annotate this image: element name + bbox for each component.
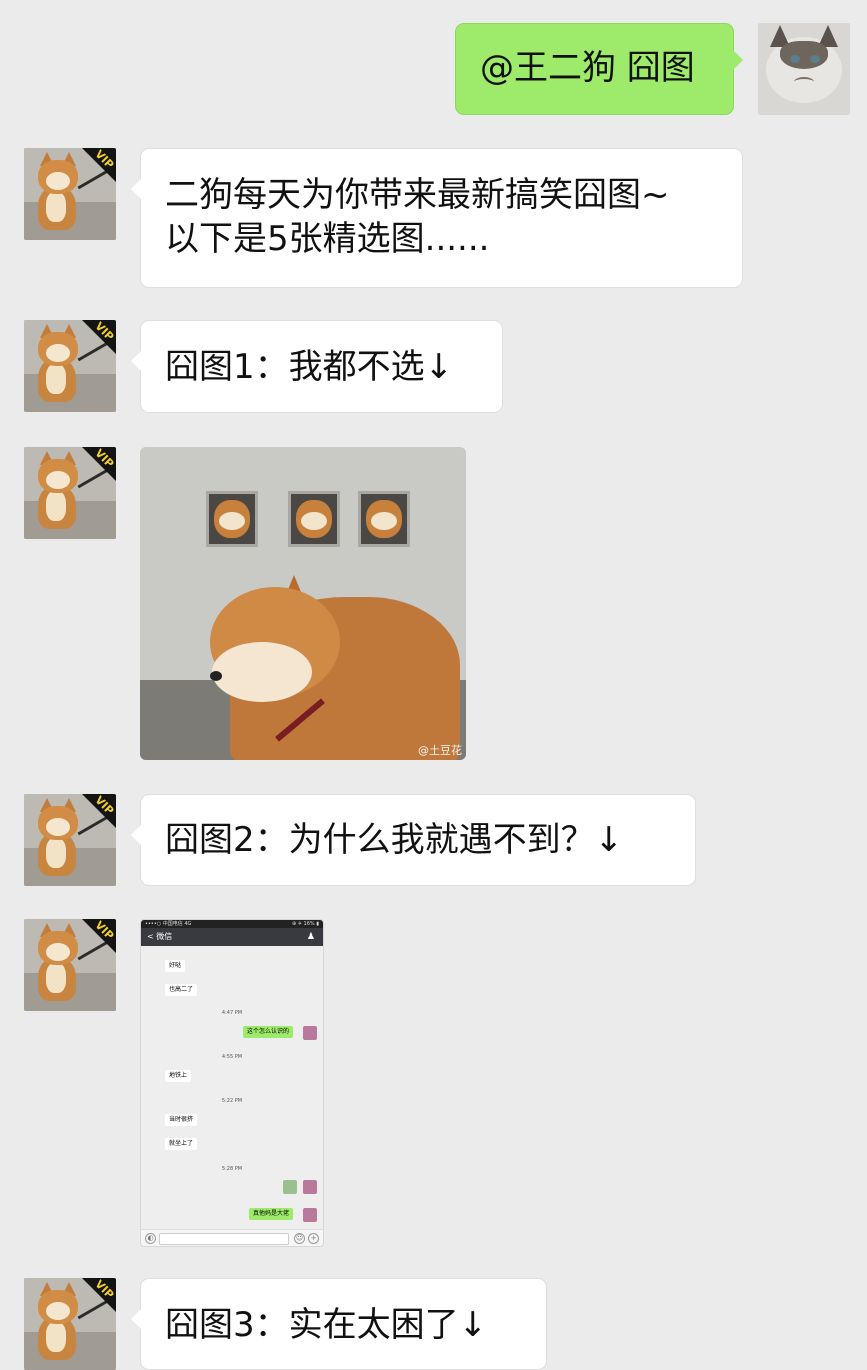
message-bubble-incoming[interactable]: 囧图3：实在太困了↓ [131, 1278, 547, 1370]
wall-hole [206, 491, 258, 547]
image-message-chat-screenshot[interactable]: ••••○ 中国电信 4G ⊕ ✈ 16% ▮ < 微信 ♟ 好哒 也高二了 4… [140, 919, 324, 1247]
dog-chest [46, 963, 66, 993]
screenshot-message-list: 好哒 也高二了 4:47 PM 这个怎么认识的 4:55 PM 地铁上 5:22… [141, 946, 323, 1232]
screenshot-message-in: 当时很挤 [165, 1114, 198, 1126]
dog-face [46, 943, 70, 961]
message-bubble-incoming[interactable]: 囧图2：为什么我就遇不到？↓ [131, 794, 696, 886]
message-bubble-outgoing[interactable]: @王二狗 囧图 [455, 23, 743, 115]
message-text-line: 二狗每天为你带来最新搞笑囧图~ [165, 175, 670, 215]
cat-eye [810, 55, 820, 63]
voice-icon: ◐ [145, 1233, 156, 1244]
screenshot-message-in: 地铁上 [165, 1070, 192, 1082]
bot-avatar-shiba[interactable]: VIP [24, 919, 116, 1011]
cat-mouth [794, 77, 814, 87]
screenshot-message-in: 好哒 [165, 960, 186, 972]
mini-avatar [303, 1026, 317, 1040]
screenshot-input-field [159, 1233, 289, 1245]
screenshot-input-bar: ◐ ☺ + [141, 1229, 323, 1246]
screenshot-carrier: ••••○ 中国电信 4G [145, 921, 192, 927]
puppy-face [371, 512, 397, 530]
screenshot-time: 4:47 PM [221, 1010, 243, 1016]
screenshot-status-right: ⊕ ✈ 16% ▮ [291, 921, 319, 927]
bot-avatar-shiba[interactable]: VIP [24, 1278, 116, 1370]
dog-chest [46, 1322, 66, 1352]
message-bubble-incoming[interactable]: 囧图1：我都不选↓ [131, 320, 503, 413]
puppy-face [219, 512, 245, 530]
screenshot-time: 4:55 PM [221, 1054, 243, 1060]
screenshot-time: 5:22 PM [221, 1098, 243, 1104]
message-bubble-incoming[interactable]: 二狗每天为你带来最新搞笑囧图~ 以下是5张精选图...... [131, 148, 743, 288]
screenshot-message-out: 真他妈是大佬 [248, 1208, 293, 1220]
dog-chest [46, 838, 66, 868]
dog-face [46, 344, 70, 362]
image-watermark: @土豆花 [418, 744, 462, 757]
bot-avatar-shiba[interactable]: VIP [24, 794, 116, 886]
emoji-icon: ☺ [294, 1233, 305, 1244]
bot-avatar-shiba[interactable]: VIP [24, 148, 116, 240]
cat-face-mask [780, 41, 828, 69]
dog-face [46, 471, 70, 489]
message-text-line: 以下是5张精选图...... [165, 219, 490, 259]
cat-eye [790, 55, 800, 63]
screenshot-time: 5:28 PM [221, 1166, 243, 1172]
shiba-nose [210, 671, 222, 681]
dog-face [46, 1302, 70, 1320]
message-text: 囧图2：为什么我就遇不到？↓ [165, 820, 624, 860]
puppy-face [301, 512, 327, 530]
mini-avatar [303, 1180, 317, 1194]
plus-icon: + [308, 1233, 319, 1244]
message-text: @王二狗 囧图 [480, 48, 695, 88]
wall-hole [358, 491, 410, 547]
screenshot-message-out: 这个怎么认识的 [242, 1026, 293, 1038]
bot-avatar-shiba[interactable]: VIP [24, 447, 116, 539]
dog-chest [46, 491, 66, 521]
bot-avatar-shiba[interactable]: VIP [24, 320, 116, 412]
user-avatar-cat[interactable] [758, 23, 850, 115]
dog-chest [46, 364, 66, 394]
sticker-thumbnail [283, 1180, 297, 1194]
image-message-shiba-photo[interactable]: @土豆花 [140, 447, 466, 760]
screenshot-status-bar: ••••○ 中国电信 4G ⊕ ✈ 16% ▮ [141, 920, 323, 928]
message-text: 囧图3：实在太困了↓ [165, 1305, 488, 1345]
person-icon: ♟ [306, 932, 315, 942]
mini-avatar [303, 1208, 317, 1222]
message-text: 囧图1：我都不选↓ [165, 347, 454, 387]
screenshot-message-in: 就坐上了 [165, 1138, 198, 1150]
dog-face [46, 818, 70, 836]
dog-chest [46, 192, 66, 222]
shiba-face [212, 642, 312, 702]
screenshot-nav-bar: < 微信 ♟ [141, 928, 323, 946]
screenshot-message-in: 也高二了 [165, 984, 198, 996]
dog-face [46, 172, 70, 190]
screenshot-back: < 微信 [147, 932, 173, 941]
wall-hole [288, 491, 340, 547]
